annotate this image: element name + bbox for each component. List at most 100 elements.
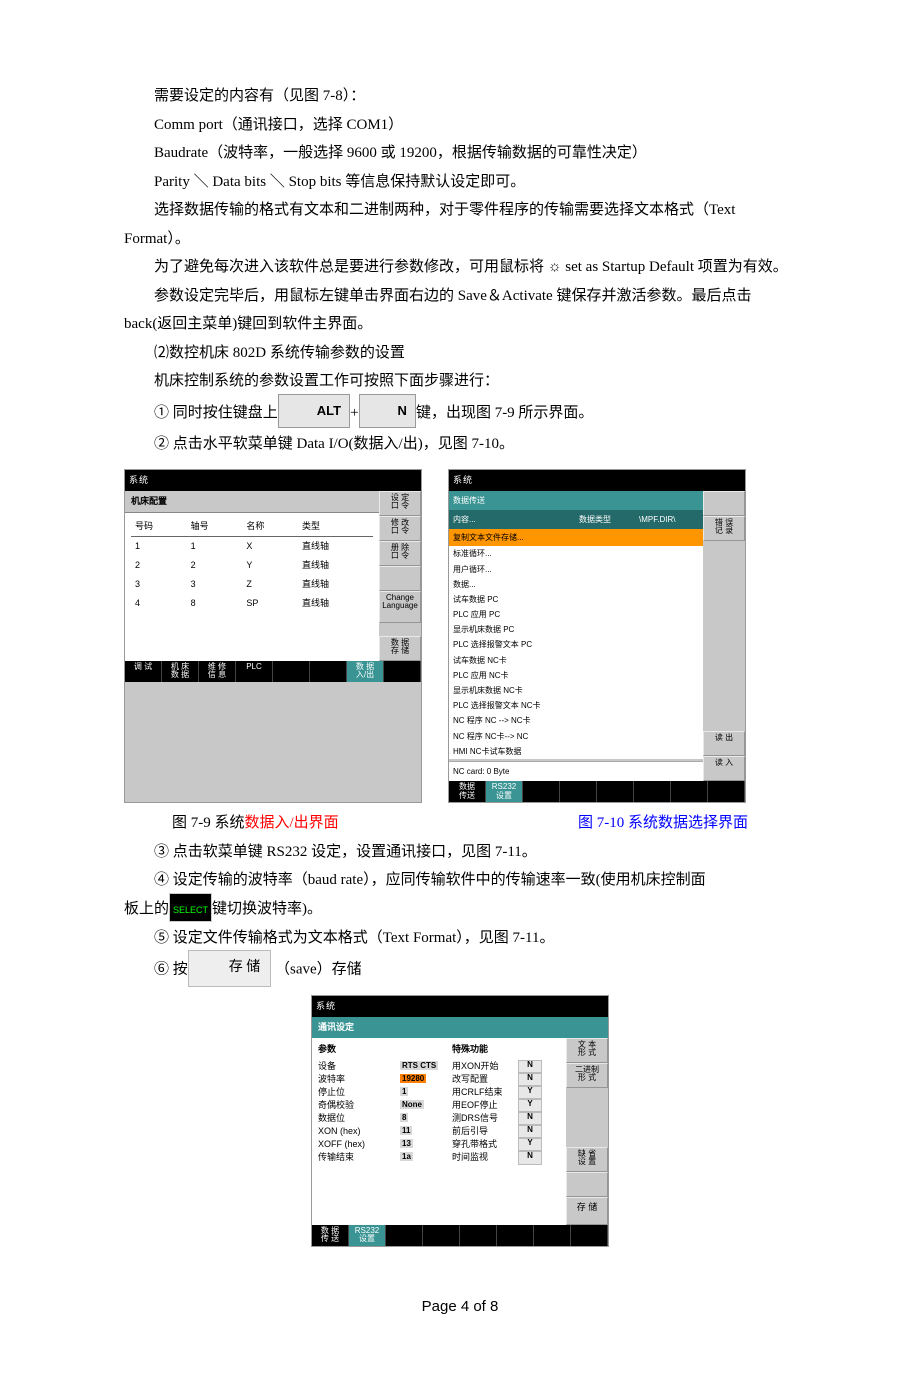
fig711-tab: 通讯设定 <box>312 1017 608 1038</box>
side-btn-change-lang[interactable]: ChangeLanguage <box>379 591 421 623</box>
step-5: ⑤ 设定文件传输格式为文本格式（Text Format），见图 7-11。 <box>124 924 796 953</box>
side-btn[interactable] <box>566 1172 608 1197</box>
rs-row: 奇偶校验None用EOF停止Y <box>312 1099 566 1112</box>
bot-btn[interactable] <box>560 781 597 802</box>
bot-btn[interactable] <box>384 661 421 682</box>
table-row: 33Z直线轴 <box>131 575 373 594</box>
para-1: 需要设定的内容有（见图 7-8）： <box>124 82 796 111</box>
list-item[interactable]: 试车数据 NC卡 <box>449 653 703 668</box>
fig710-columns: 内容... 数据类型 \MPF.DIR\ <box>449 510 703 529</box>
bot-btn-data-io[interactable]: 数 据入/出 <box>347 661 384 682</box>
step-3: ③ 点击软菜单键 RS232 设定，设置通讯接口，见图 7-11。 <box>124 838 796 867</box>
fig711-topbar: 系统 <box>312 996 608 1017</box>
caption-7-9-red: 数据入/出界面 <box>245 815 339 831</box>
para-6b: set as Startup Default 项置为有效。 <box>562 259 788 275</box>
para-3: Baudrate（波特率，一般选择 9600 或 19200，根据传输数据的可靠… <box>124 139 796 168</box>
para-2: Comm port（通讯接口，选择 COM1） <box>124 111 796 140</box>
list-item[interactable]: NC 程序 NC卡--> NC <box>449 729 703 744</box>
side-btn[interactable]: 修 改口 令 <box>379 516 421 541</box>
side-btn-default[interactable]: 缺 省设 置 <box>566 1147 608 1172</box>
bot-btn[interactable] <box>571 1225 608 1246</box>
fig79-subtitle: 机床配置 <box>125 491 379 513</box>
fig711-side: 文 本形 式 二进制形 式 缺 省设 置 存 储 <box>566 1038 608 1224</box>
step-2: ② 点击水平软菜单键 Data I/O(数据入/出)，见图 7-10。 <box>124 430 796 459</box>
bot-btn[interactable] <box>523 781 560 802</box>
list-item-selected[interactable]: 复制文本文件存储... <box>449 529 703 546</box>
bot-btn[interactable]: 数据传送 <box>449 781 486 802</box>
para-6a: 为了避免每次进入该软件总是要进行参数修改，可用鼠标将 <box>154 259 548 275</box>
bot-btn[interactable] <box>310 661 347 682</box>
list-item[interactable]: 显示机床数据 NC卡 <box>449 683 703 698</box>
list-item[interactable]: PLC 选择报警文本 PC <box>449 637 703 652</box>
side-btn-text-format[interactable]: 文 本形 式 <box>566 1038 608 1063</box>
bot-btn[interactable] <box>671 781 708 802</box>
side-btn[interactable]: 册 除口 令 <box>379 541 421 566</box>
para-8: ⑵数控机床 802D 系统传输参数的设置 <box>124 339 796 368</box>
step1-b: 键，出现图 7-9 所示界面。 <box>416 404 594 420</box>
fig710-side: 错 误记 录 读 出 读 入 <box>703 491 745 781</box>
step-4: ④ 设定传输的波特率（baud rate），应同传输软件中的传输速率一致(使用机… <box>124 866 796 895</box>
table-row: 11X直线轴 <box>131 536 373 556</box>
side-btn[interactable] <box>379 566 421 591</box>
bot-btn-rs232[interactable]: RS232设置 <box>349 1225 386 1246</box>
th-name: 名称 <box>242 517 298 537</box>
figure-7-9: 系统 机床配置 号码 轴号 名称 类型 11X直线轴 22Y直线轴 <box>124 469 422 803</box>
rs-row: 设备RTS CTS用XON开始N <box>312 1060 566 1073</box>
para-6: 为了避免每次进入该软件总是要进行参数修改，可用鼠标将 ☼ set as Star… <box>124 253 796 282</box>
para-9: 机床控制系统的参数设置工作可按照下面步骤进行： <box>124 367 796 396</box>
list-item[interactable]: 显示机床数据 PC <box>449 622 703 637</box>
bot-btn[interactable]: 维 修信 息 <box>199 661 236 682</box>
list-item[interactable]: 用户循环... <box>449 562 703 577</box>
bot-btn[interactable] <box>708 781 745 802</box>
table-row: 48SP直线轴 <box>131 594 373 613</box>
alt-key-icon: ALT <box>278 394 350 429</box>
bot-btn[interactable]: 机 床数 据 <box>162 661 199 682</box>
side-btn-save[interactable]: 存 储 <box>566 1197 608 1225</box>
th-type: 类型 <box>298 517 373 537</box>
bot-btn[interactable]: PLC <box>236 661 273 682</box>
fig710-card-status: NC card: 0 Byte <box>449 761 703 781</box>
list-item[interactable]: PLC 选择报警文本 NC卡 <box>449 698 703 713</box>
side-btn-save[interactable]: 数 据存 储 <box>379 636 421 661</box>
list-item[interactable]: HMI NC卡试车数据 <box>449 744 703 759</box>
side-btn-readout[interactable]: 读 出 <box>703 731 745 756</box>
select-key-icon: SELECT <box>169 893 212 922</box>
bot-btn[interactable] <box>497 1225 534 1246</box>
col-func: 特殊功能 <box>452 1041 488 1058</box>
rs-row: 数据位8测DRS信号N <box>312 1112 566 1125</box>
list-item[interactable]: NC 程序 NC --> NC卡 <box>449 713 703 728</box>
table-row: 22Y直线轴 <box>131 556 373 575</box>
side-btn[interactable] <box>703 491 745 516</box>
list-item[interactable]: 数据... <box>449 577 703 592</box>
side-btn[interactable]: 设 定口 令 <box>379 491 421 516</box>
bot-btn[interactable]: 数 据传 送 <box>312 1225 349 1246</box>
sun-icon: ☼ <box>548 259 562 275</box>
col-type: 数据类型 <box>579 512 639 527</box>
th-axis: 轴号 <box>187 517 243 537</box>
bot-btn[interactable] <box>634 781 671 802</box>
list-item[interactable]: 标准循环... <box>449 546 703 561</box>
col-param: 参数 <box>318 1041 400 1058</box>
list-item[interactable]: PLC 应用 NC卡 <box>449 668 703 683</box>
side-btn-readin[interactable]: 读 入 <box>703 756 745 781</box>
rs-row: 波特率19280改写配置N <box>312 1073 566 1086</box>
figure-row-1: 系统 机床配置 号码 轴号 名称 类型 11X直线轴 22Y直线轴 <box>124 469 796 803</box>
bot-btn[interactable] <box>386 1225 423 1246</box>
bot-btn[interactable] <box>273 661 310 682</box>
bot-btn-rs232[interactable]: RS232设置 <box>486 781 523 802</box>
rs-row: XON (hex)11前后引导N <box>312 1125 566 1138</box>
bot-btn[interactable] <box>460 1225 497 1246</box>
bot-btn[interactable] <box>534 1225 571 1246</box>
bot-btn[interactable] <box>423 1225 460 1246</box>
fig711-columns: 参数 特殊功能 <box>312 1038 566 1060</box>
col-content: 内容... <box>453 512 579 527</box>
para-5: 选择数据传输的格式有文本和二进制两种，对于零件程序的传输需要选择文本格式（Tex… <box>124 196 796 253</box>
bot-btn[interactable] <box>597 781 634 802</box>
rs-row: XOFF (hex)13穿孔带格式Y <box>312 1138 566 1151</box>
bot-btn[interactable]: 调 试 <box>125 661 162 682</box>
list-item[interactable]: 试车数据 PC <box>449 592 703 607</box>
side-btn-errorlog[interactable]: 错 误记 录 <box>703 516 745 541</box>
list-item[interactable]: PLC 应用 PC <box>449 607 703 622</box>
side-btn-binary-format[interactable]: 二进制形 式 <box>566 1063 608 1088</box>
fig710-bottom: 数据传送 RS232设置 <box>449 781 745 802</box>
